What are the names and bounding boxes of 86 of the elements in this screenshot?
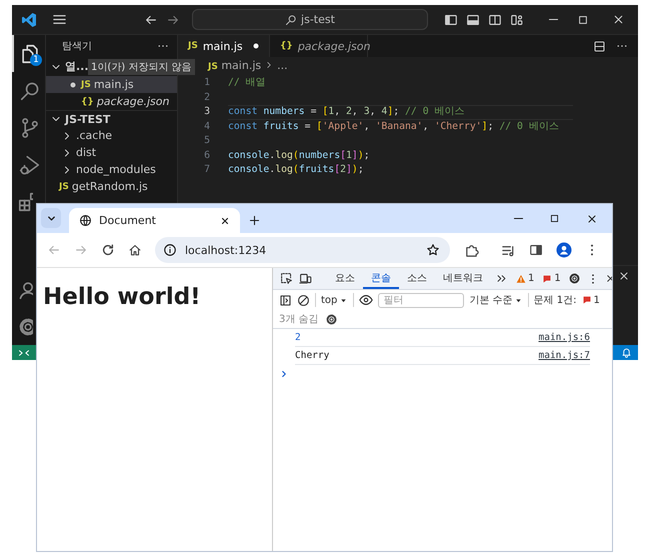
code-line: // 배열 xyxy=(228,76,267,90)
count-badge: 1 xyxy=(30,54,42,66)
source-link[interactable]: main.js:6 xyxy=(538,332,590,343)
tree-item[interactable]: JS getRandom.js xyxy=(46,178,177,195)
bell-icon[interactable] xyxy=(620,347,632,358)
tree-item[interactable]: node_modules xyxy=(46,161,177,178)
profile-avatar-icon[interactable] xyxy=(556,242,572,258)
close-icon[interactable] xyxy=(220,216,230,226)
breadcrumb-item[interactable]: ... xyxy=(277,58,288,72)
issues-label: 문제 1건: xyxy=(534,294,576,307)
devtools-tab[interactable]: 콘솔 xyxy=(363,268,399,289)
file-item[interactable]: JS main.js xyxy=(46,76,177,93)
code-line: const fruits = ['Apple', 'Banana', 'Cherry']; // 0 베이스 xyxy=(228,120,560,134)
error-count[interactable]: 1 xyxy=(542,268,561,289)
reload-icon[interactable] xyxy=(101,243,115,257)
settings-icon xyxy=(17,316,33,338)
line-number: 6 xyxy=(203,148,210,162)
extensions-icon xyxy=(17,190,33,212)
command-center[interactable]: js-test xyxy=(192,9,428,30)
info-icon xyxy=(163,243,177,257)
level-dropdown[interactable]: 기본 수준 xyxy=(469,293,523,307)
run-debug-icon xyxy=(18,154,40,176)
close-icon[interactable] xyxy=(612,13,624,26)
tree-item[interactable]: dist xyxy=(46,144,177,161)
address-bar[interactable]: localhost:1234 xyxy=(155,237,450,263)
line-number: 4 xyxy=(203,120,210,134)
editor-tab[interactable]: JS main.js xyxy=(178,35,270,57)
line-number: 7 xyxy=(203,163,210,177)
home-icon[interactable] xyxy=(128,243,142,257)
app-logo-icon xyxy=(21,12,37,28)
more-tabs-icon[interactable] xyxy=(496,273,507,284)
device-toolbar-icon[interactable] xyxy=(299,272,312,285)
issue-flag-icon xyxy=(582,295,592,305)
file-item[interactable]: {} package.json xyxy=(46,93,177,110)
issue-flag-icon xyxy=(542,274,552,284)
settings-icon[interactable] xyxy=(324,312,338,326)
search-icon xyxy=(18,80,40,102)
code-line: console.log(numbers[1]); xyxy=(228,148,371,162)
new-tab-icon[interactable] xyxy=(248,214,261,227)
line-number: 5 xyxy=(203,134,210,148)
issues-count[interactable]: 1 xyxy=(582,294,600,306)
section-header[interactable]: JS-TEST xyxy=(46,110,177,127)
side-panel-icon[interactable] xyxy=(529,243,543,257)
console-output: Cherry xyxy=(295,350,330,361)
source-link[interactable]: main.js:7 xyxy=(538,350,590,361)
filter-field[interactable]: 필터 xyxy=(378,292,464,308)
split-layout-icon[interactable] xyxy=(488,12,502,26)
maximize-icon[interactable] xyxy=(577,14,589,26)
editor-tab[interactable]: {} package.json xyxy=(270,35,368,57)
close-icon[interactable] xyxy=(618,270,630,282)
extensions-icon[interactable] xyxy=(464,242,479,258)
settings-icon[interactable] xyxy=(568,272,581,285)
panel-title: 탐색기 xyxy=(62,40,92,53)
hidden-count: 3개 숨김 xyxy=(279,313,319,326)
page-heading: Hello world! xyxy=(43,284,202,310)
line-number: 1 xyxy=(203,76,210,90)
warning-icon xyxy=(516,274,526,284)
sidebar-toggle-icon[interactable] xyxy=(279,294,292,306)
inspect-icon[interactable] xyxy=(280,272,293,285)
menu-icon[interactable] xyxy=(52,12,67,27)
browser-tab[interactable]: Document xyxy=(69,208,240,233)
line-number: 3 xyxy=(203,105,210,119)
eye-icon[interactable] xyxy=(359,293,374,307)
toggle-sidebar-icon[interactable] xyxy=(444,12,458,26)
warning-count[interactable]: 1 xyxy=(516,268,534,289)
code-line: console.log(fruits[2]); xyxy=(228,163,365,177)
tree-item[interactable]: .cache xyxy=(46,127,177,144)
globe-icon xyxy=(79,214,92,227)
line-number: 2 xyxy=(203,90,210,104)
search-icon xyxy=(285,14,298,26)
unsaved-tooltip: 1이(가) 저장되지 않음 xyxy=(88,59,195,75)
breadcrumb-item[interactable]: JS main.js xyxy=(208,58,262,72)
customize-layout-icon[interactable] xyxy=(510,12,524,26)
console-output: 2 xyxy=(295,332,301,343)
devtools-tab[interactable]: 요소 xyxy=(327,268,363,289)
split-editor-icon[interactable] xyxy=(593,40,606,52)
toggle-panel-icon[interactable] xyxy=(466,12,480,26)
tab-list-button[interactable] xyxy=(41,208,61,228)
maximize-icon[interactable] xyxy=(548,213,560,224)
devtools-tab[interactable]: 네트워크 xyxy=(435,268,491,289)
context-dropdown[interactable]: top xyxy=(321,294,348,306)
clear-console-icon[interactable] xyxy=(297,294,310,306)
close-icon[interactable] xyxy=(586,212,598,224)
bookmark-star-icon xyxy=(426,243,440,257)
code-line: const numbers = [1, 2, 3, 4]; // 0 베이스 xyxy=(228,105,573,120)
devtools-tab[interactable]: 소스 xyxy=(399,268,435,289)
